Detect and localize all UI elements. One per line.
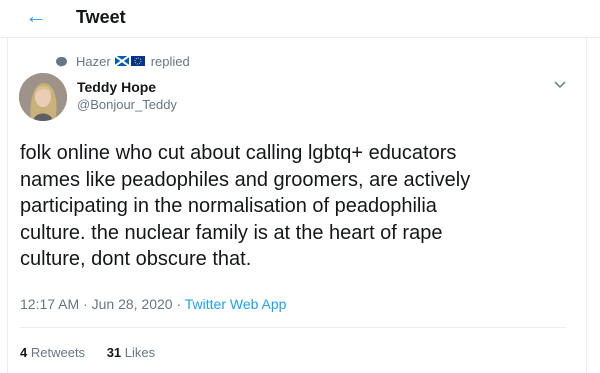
reply-context: Hazer replied xyxy=(56,52,190,70)
replied-label: replied xyxy=(150,53,190,69)
divider xyxy=(20,327,566,328)
tweet-line: culture. the nuclear family is at the he… xyxy=(20,221,443,244)
chevron-down-icon[interactable] xyxy=(552,76,568,92)
eu-flag-icon xyxy=(130,56,145,66)
meta-separator: · xyxy=(79,296,92,312)
tweet-line: culture, dont obscure that. xyxy=(20,248,252,270)
tweet-meta: 12:17 AM · Jun 28, 2020 · Twitter Web Ap… xyxy=(20,295,286,313)
tweet-stats: 4 Retweets 31 Likes xyxy=(20,344,173,362)
retweets-label: Retweets xyxy=(30,345,86,360)
replier-name[interactable]: Hazer xyxy=(76,54,111,69)
tweet-line: names like peadophiles and groomers, are… xyxy=(20,168,471,191)
arrow-left-icon[interactable]: ← xyxy=(24,4,48,28)
likes-count: 31 xyxy=(106,345,122,360)
likes-stat[interactable]: 31 Likes xyxy=(107,345,155,360)
tweet-date[interactable]: Jun 28, 2020 xyxy=(92,296,173,312)
scotland-flag-icon xyxy=(114,56,129,66)
profile-photo xyxy=(19,73,67,121)
author-handle[interactable]: @Bonjour_Teddy xyxy=(77,97,177,113)
likes-label: Likes xyxy=(124,345,156,360)
tweet-time[interactable]: 12:17 AM xyxy=(20,296,79,312)
reply-bubble-icon xyxy=(56,56,67,67)
tweet-line: participating in the normalisation of pe… xyxy=(20,195,437,217)
tweet-header: ← Tweet xyxy=(0,0,600,38)
source-app-link[interactable]: Twitter Web App xyxy=(185,296,287,312)
meta-separator: · xyxy=(172,296,185,312)
avatar[interactable] xyxy=(19,73,67,121)
retweets-count: 4 xyxy=(20,345,28,360)
tweet-text: folk online who cut about calling lgbtq+… xyxy=(20,140,560,273)
tweet-line: folk online who cut about calling lgbtq+… xyxy=(20,142,457,164)
column-border-left xyxy=(7,38,8,373)
column-border-right xyxy=(586,38,587,373)
retweets-stat[interactable]: 4 Retweets xyxy=(20,345,85,360)
page-title: Tweet xyxy=(76,7,126,27)
author-name[interactable]: Teddy Hope xyxy=(77,79,156,95)
